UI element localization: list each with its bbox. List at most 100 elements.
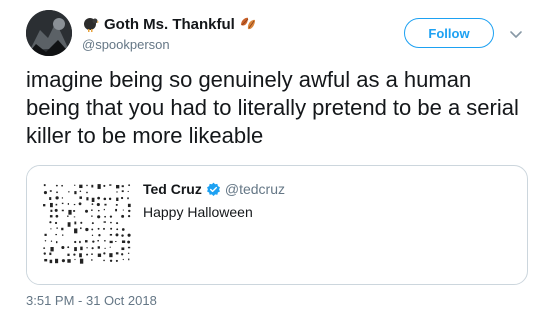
image-glyph	[103, 227, 105, 230]
image-glyph	[74, 221, 77, 225]
image-glyph	[86, 197, 89, 201]
image-glyph	[103, 197, 107, 201]
image-glyph	[115, 241, 117, 243]
image-glyph	[109, 184, 112, 186]
image-glyph	[109, 240, 113, 244]
image-glyph	[116, 197, 119, 201]
image-glyph	[80, 221, 83, 224]
image-glyph	[121, 234, 124, 237]
image-glyph	[43, 191, 47, 195]
image-glyph	[128, 184, 131, 187]
chevron-down-icon[interactable]	[509, 27, 523, 41]
image-glyph	[55, 258, 59, 264]
image-glyph	[103, 208, 105, 211]
image-glyph	[79, 240, 81, 244]
image-glyph	[55, 184, 58, 187]
image-glyph	[85, 227, 89, 232]
image-glyph	[109, 215, 113, 218]
image-glyph	[92, 240, 95, 243]
image-glyph	[103, 184, 106, 187]
image-glyph	[54, 221, 58, 225]
image-glyph	[115, 252, 119, 255]
image-glyph	[74, 247, 77, 252]
image-glyph	[80, 246, 83, 251]
image-glyph	[109, 246, 111, 248]
image-glyph	[78, 202, 82, 206]
image-glyph	[97, 196, 100, 200]
image-glyph	[61, 209, 64, 212]
image-glyph	[61, 227, 64, 231]
image-glyph	[86, 253, 89, 256]
image-glyph	[109, 253, 113, 258]
image-glyph	[115, 204, 118, 206]
image-glyph	[44, 240, 47, 242]
image-glyph	[104, 215, 106, 218]
image-glyph	[91, 203, 94, 205]
tweet-text: imagine being so genuinely awful as a hu…	[26, 67, 519, 148]
image-glyph	[61, 202, 64, 205]
image-glyph	[74, 258, 76, 261]
quoted-author-name: Ted Cruz	[143, 181, 202, 197]
image-glyph	[73, 216, 76, 218]
image-glyph	[73, 253, 76, 256]
image-glyph	[61, 197, 64, 199]
image-glyph	[44, 233, 47, 236]
author-handle[interactable]: @spookperson	[82, 37, 170, 52]
image-glyph	[121, 240, 126, 243]
image-glyph	[127, 240, 131, 244]
image-glyph	[127, 203, 131, 208]
image-glyph	[56, 227, 58, 229]
image-glyph	[62, 234, 64, 236]
image-glyph	[50, 247, 54, 252]
image-glyph	[50, 209, 53, 212]
quoted-tweet-card[interactable]: Ted Cruz @tedcruz Happy Halloween	[26, 165, 528, 285]
image-glyph	[91, 234, 94, 237]
avatar-image	[26, 10, 72, 56]
image-glyph	[49, 197, 52, 200]
image-glyph	[61, 259, 65, 263]
image-glyph	[91, 184, 94, 188]
image-glyph	[116, 228, 119, 231]
image-glyph	[56, 191, 58, 194]
quoted-tweet-header: Ted Cruz @tedcruz	[143, 181, 285, 197]
tweet-timestamp[interactable]: 3:51 PM - 31 Oct 2018	[26, 293, 157, 308]
image-glyph	[110, 221, 112, 224]
avatar[interactable]	[26, 10, 72, 56]
image-glyph	[127, 252, 130, 255]
image-glyph	[116, 222, 119, 225]
image-glyph	[61, 184, 63, 187]
image-glyph	[85, 209, 89, 213]
fallen-leaves-emoji-icon	[239, 15, 257, 33]
image-glyph	[115, 208, 118, 212]
image-glyph	[49, 190, 52, 192]
author-display-name[interactable]: Goth Ms. Thankful	[104, 16, 235, 33]
image-glyph	[109, 233, 113, 236]
image-glyph	[97, 246, 100, 249]
author-name-row: Goth Ms. Thankful	[82, 15, 257, 33]
image-glyph	[86, 191, 88, 194]
image-glyph	[97, 253, 102, 257]
image-glyph	[49, 221, 52, 224]
image-glyph	[128, 209, 131, 213]
image-glyph	[79, 258, 84, 264]
image-glyph	[67, 259, 71, 263]
image-glyph	[79, 190, 82, 193]
image-glyph	[127, 215, 131, 218]
image-glyph	[108, 197, 112, 201]
image-glyph	[121, 253, 124, 256]
image-glyph	[74, 228, 78, 234]
image-glyph	[122, 209, 124, 211]
image-glyph	[67, 203, 70, 205]
image-glyph	[121, 247, 125, 251]
image-glyph	[91, 222, 94, 225]
image-glyph	[122, 258, 124, 261]
image-glyph	[91, 197, 95, 202]
image-glyph	[104, 239, 106, 242]
image-glyph	[67, 222, 71, 227]
image-glyph	[68, 191, 70, 193]
image-glyph	[91, 259, 93, 261]
image-glyph	[55, 233, 57, 236]
image-glyph	[61, 245, 65, 250]
image-glyph	[127, 197, 129, 200]
follow-button[interactable]: Follow	[404, 18, 494, 48]
